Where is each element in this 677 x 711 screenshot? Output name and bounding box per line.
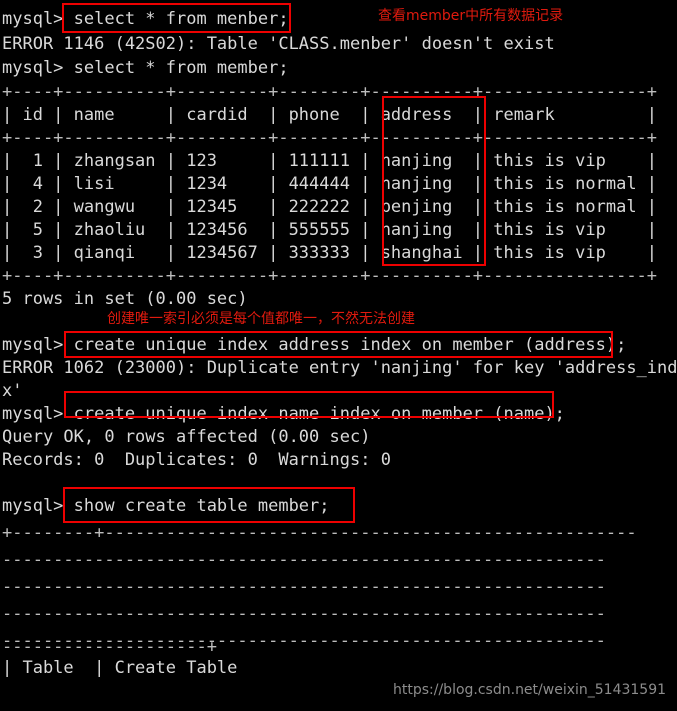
terminal-line: +----+----------+---------+--------+----… <box>2 266 658 286</box>
terminal-line: | 5 | zhaoliu | 123456 | 555555 | nanjin… <box>2 220 658 240</box>
terminal-line: | 1 | zhangsan | 123 | 111111 | nanjing … <box>2 151 658 171</box>
terminal-window[interactable]: mysql> select * from menber; ERROR 1146 (… <box>0 0 677 711</box>
terminal-line: | 4 | lisi | 1234 | 444444 | nanjing | t… <box>2 174 658 194</box>
terminal-line: | id | name | cardid | phone | address |… <box>2 105 658 125</box>
terminal-line: --------------------+ <box>2 637 217 657</box>
terminal-line: Query OK, 0 rows affected (0.00 sec) <box>2 427 371 447</box>
terminal-line: ----------------------------------------… <box>2 550 606 570</box>
terminal-line: ERROR 1146 (42S02): Table 'CLASS.menber'… <box>2 34 555 54</box>
terminal-line: 5 rows in set (0.00 sec) <box>2 289 248 309</box>
red-annotation-text: 查看member中所有数据记录 <box>378 8 564 24</box>
terminal-line: mysql> select * from menber; <box>2 9 289 29</box>
terminal-line: | Table | Create Table <box>2 658 238 678</box>
watermark-url: https://blog.csdn.net/weixin_51431591 <box>393 682 667 698</box>
terminal-line: +----+----------+---------+--------+----… <box>2 82 658 102</box>
terminal-line: | 2 | wangwu | 12345 | 222222 | benjing … <box>2 197 658 217</box>
terminal-line: +----+----------+---------+--------+----… <box>2 128 658 148</box>
terminal-line: ----------------------------------------… <box>2 577 606 597</box>
terminal-line: ----------------------------------------… <box>2 604 606 624</box>
terminal-line: | 3 | qianqi | 1234567 | 333333 | shangh… <box>2 243 658 263</box>
terminal-line: mysql> create unique index address index… <box>2 335 627 355</box>
red-annotation-text: 创建唯一索引必须是每个值都唯一，不然无法创建 <box>107 311 415 327</box>
terminal-line: ERROR 1062 (23000): Duplicate entry 'nan… <box>2 358 677 378</box>
terminal-line: mysql> show create table member; <box>2 496 330 516</box>
terminal-line: Records: 0 Duplicates: 0 Warnings: 0 <box>2 450 391 470</box>
terminal-line: x' <box>2 381 23 401</box>
terminal-line: +--------+------------------------------… <box>2 523 637 543</box>
terminal-line: mysql> create unique index name index on… <box>2 404 565 424</box>
terminal-line: mysql> select * from member; <box>2 58 289 78</box>
